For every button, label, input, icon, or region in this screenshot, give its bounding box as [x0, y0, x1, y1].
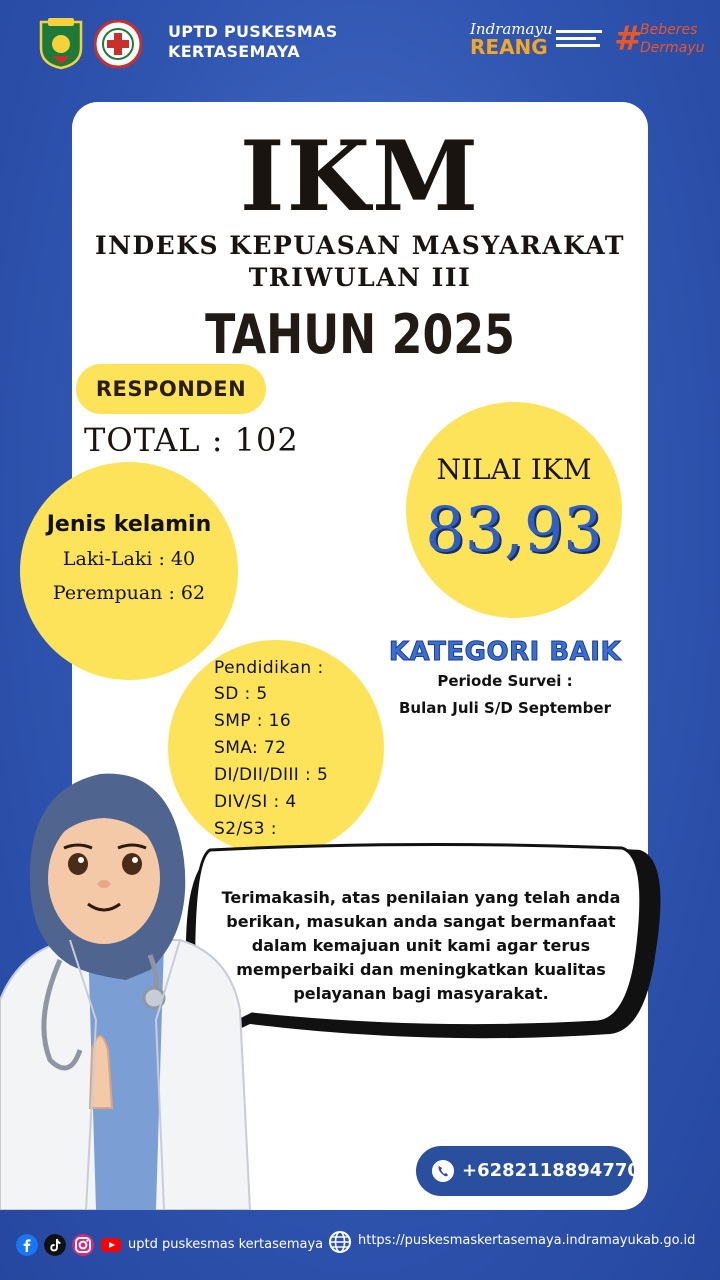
education-item: SMA: 72 — [214, 738, 287, 758]
instagram-icon[interactable] — [72, 1234, 94, 1256]
responden-badge: RESPONDEN — [76, 364, 266, 414]
indramayu-reang-logo: Indramayu REANG — [469, 20, 602, 58]
website-link[interactable]: https://puskesmaskertasemaya.indramayuka… — [358, 1230, 695, 1252]
education-item: SMP : 16 — [214, 711, 292, 731]
tiktok-icon[interactable] — [44, 1234, 66, 1256]
kategori-label: KATEGORI BAIK — [388, 637, 622, 668]
youtube-icon[interactable] — [100, 1234, 122, 1256]
thank-you-message: Terimakasih, atas penilaian yang telah a… — [221, 888, 621, 1003]
globe-icon — [329, 1231, 351, 1253]
svg-text:Dermayu: Dermayu — [640, 40, 704, 56]
doctor-illustration — [0, 773, 252, 1210]
year-heading: TAHUN 2025 — [205, 303, 515, 366]
page-title: IKM — [239, 120, 481, 233]
svg-text:Beberes: Beberes — [640, 22, 697, 38]
social-handle[interactable]: uptd puskesmas kertasemaya — [128, 1234, 323, 1256]
phone-number[interactable]: +6282118894770 — [462, 1158, 640, 1184]
gender-male: Laki-Laki : 40 — [62, 548, 196, 570]
svg-text:#: # — [614, 19, 643, 58]
puskesmas-logo — [94, 20, 142, 68]
education-item: SD : 5 — [214, 684, 268, 704]
subtitle-line1: INDEKS KEPUASAN MASYARAKAT — [94, 231, 626, 260]
subtitle: INDEKS KEPUASAN MASYARAKAT TRIWULAN III — [72, 230, 648, 294]
gender-title: Jenis kelamin — [46, 512, 212, 537]
periode-label: Periode Survei : — [437, 672, 573, 690]
facebook-icon[interactable] — [16, 1234, 38, 1256]
org-name-line1: UPTD PUSKESMAS — [168, 22, 338, 41]
subtitle-line2: TRIWULAN III — [248, 263, 472, 292]
nilai-label: NILAI IKM — [436, 453, 592, 486]
education-title: Pendidikan : — [214, 658, 324, 678]
svg-text:REANG: REANG — [470, 35, 548, 58]
nilai-value: 83,93 — [425, 493, 603, 566]
phone-icon — [432, 1160, 454, 1182]
org-name-line2: KERTASEMAYA — [168, 42, 300, 61]
org-name: UPTD PUSKESMAS KERTASEMAYA — [168, 22, 338, 62]
beberes-dermayu-logo: # Beberes Dermayu — [614, 19, 704, 58]
regency-crest-logo — [39, 18, 83, 70]
periode-value: Bulan Juli S/D September — [399, 699, 611, 717]
gender-female: Perempuan : 62 — [52, 582, 206, 604]
responden-total: TOTAL : 102 — [84, 421, 299, 459]
